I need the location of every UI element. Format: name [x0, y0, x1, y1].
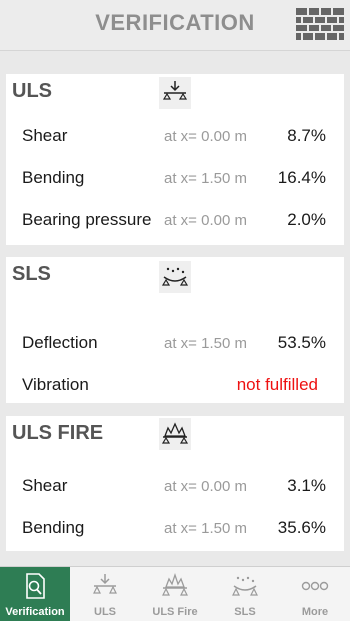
uls-beam-icon[interactable]	[159, 77, 191, 109]
row-value: 2.0%	[287, 210, 326, 229]
row-value: 53.5%	[277, 333, 326, 352]
row-position: at x= 1.50 m	[164, 520, 247, 537]
uls-section: ULS Shear at x= 0.00 m 8.7% Bending at x…	[6, 74, 344, 245]
row-value: 3.1%	[287, 476, 326, 495]
fire-beam-icon[interactable]	[159, 418, 191, 450]
section-title-uls: ULS	[12, 80, 52, 102]
tab-verification[interactable]: Verification	[0, 567, 70, 621]
tab-uls[interactable]: ULS	[70, 567, 140, 621]
row-value: 8.7%	[287, 126, 326, 145]
row-label: Shear	[22, 476, 68, 495]
row-label: Bearing pressure	[22, 210, 152, 229]
brick-wall-icon	[296, 8, 344, 40]
row-value: 35.6%	[277, 518, 326, 537]
header-bar: VERIFICATION	[0, 0, 350, 51]
tab-label: Verification	[5, 606, 65, 618]
tab-bar: Verification ULS ULS Fire SLS More	[0, 566, 350, 621]
row-position: at x= 0.00 m	[164, 478, 247, 495]
tab-label: ULS Fire	[152, 606, 198, 618]
status-not-fulfilled: not fulfilled	[236, 375, 318, 394]
tab-sls[interactable]: SLS	[210, 567, 280, 621]
fire-beam-icon	[162, 572, 188, 596]
result-row-fire-bending: Bending at x= 1.50 m 35.6%	[6, 514, 344, 544]
row-position: at x= 1.50 m	[164, 335, 247, 352]
tab-more[interactable]: More	[280, 567, 350, 621]
result-row-vibration: Vibration not fulfilled	[6, 371, 344, 401]
app-root: VERIFICATION ULS Shear at x= 0.00 m 8.7%…	[0, 0, 350, 621]
tab-label: ULS	[94, 606, 116, 618]
result-row-bearing-pressure: Bearing pressure at x= 0.00 m 2.0%	[6, 206, 344, 236]
row-label: Bending	[22, 518, 85, 537]
sls-section: SLS Deflection at x= 1.50 m 53.5% Vibrat…	[6, 257, 344, 403]
sls-beam-icon	[232, 576, 258, 596]
tab-uls-fire[interactable]: ULS Fire	[140, 567, 210, 621]
uls-fire-section: ULS FIRE Shear at x= 0.00 m 3.1% Bending…	[6, 416, 344, 551]
more-dots-icon	[301, 581, 329, 591]
section-title-uls-fire: ULS FIRE	[12, 422, 104, 444]
menu-button[interactable]	[296, 8, 344, 40]
row-position: at x= 0.00 m	[164, 212, 247, 229]
row-position: at x= 0.00 m	[164, 128, 247, 145]
magnifier-document-icon	[26, 573, 45, 599]
tab-label: More	[301, 606, 329, 618]
section-title-sls: SLS	[12, 263, 51, 285]
uls-beam-icon	[93, 574, 117, 594]
row-value: 16.4%	[277, 168, 326, 187]
row-position: at x= 1.50 m	[164, 170, 247, 187]
result-row-fire-shear: Shear at x= 0.00 m 3.1%	[6, 472, 344, 502]
row-label: Deflection	[22, 333, 98, 352]
row-label: Vibration	[22, 375, 89, 394]
result-row-shear: Shear at x= 0.00 m 8.7%	[6, 122, 344, 152]
result-row-bending: Bending at x= 1.50 m 16.4%	[6, 164, 344, 194]
row-label: Bending	[22, 168, 85, 187]
sls-beam-icon[interactable]	[159, 261, 191, 293]
row-label: Shear	[22, 126, 68, 145]
result-row-deflection: Deflection at x= 1.50 m 53.5%	[6, 329, 344, 359]
tab-label: SLS	[234, 606, 256, 618]
